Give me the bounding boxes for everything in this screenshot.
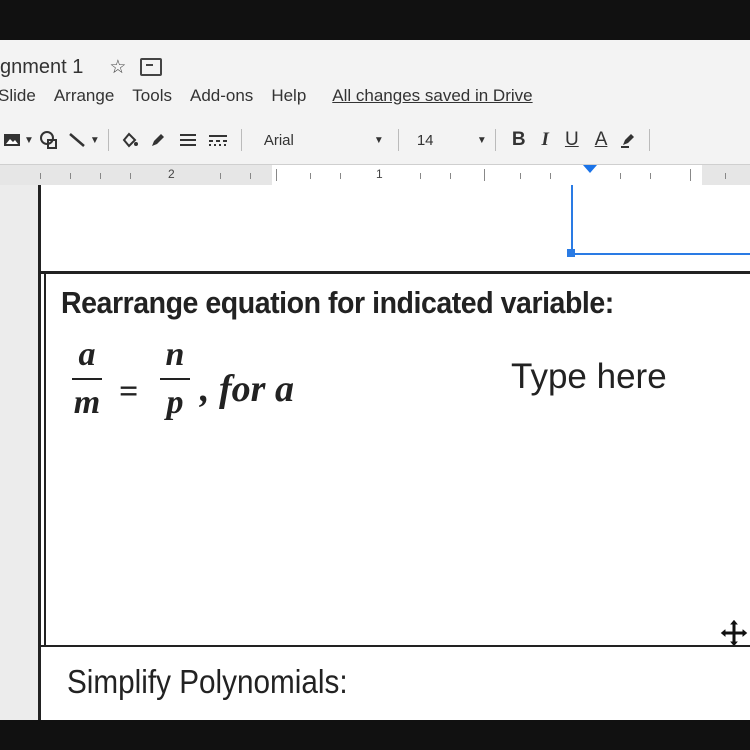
menu-help[interactable]: Help <box>271 86 306 106</box>
shape-icon[interactable] <box>34 125 64 155</box>
selected-text-box[interactable] <box>571 185 750 255</box>
equals-sign: = <box>119 373 139 410</box>
ruler-tick <box>40 173 41 179</box>
ruler-tick <box>100 173 101 179</box>
fraction-bar <box>160 378 190 380</box>
ruler-tick <box>550 173 551 179</box>
menu-arrange[interactable]: Arrange <box>54 86 114 106</box>
left-fraction: a m <box>67 335 107 423</box>
ruler-tick <box>725 173 726 179</box>
screen-bezel <box>0 720 750 750</box>
ruler-tick <box>250 173 251 179</box>
menu-slide[interactable]: Slide <box>0 86 36 106</box>
ruler-tick <box>620 173 621 179</box>
line-weight-icon[interactable] <box>173 125 203 155</box>
ruler-tick <box>450 173 451 179</box>
resize-handle[interactable] <box>567 249 575 257</box>
italic-button[interactable]: I <box>542 129 549 151</box>
ruler-tick <box>310 173 311 179</box>
next-question-heading[interactable]: Simplify Polynomials: <box>67 663 348 701</box>
font-size-select[interactable]: 14 ▼ <box>417 132 487 149</box>
text-color-button[interactable]: A <box>595 129 608 151</box>
ruler-label: 2 <box>168 167 175 181</box>
chevron-down-icon[interactable]: ▼ <box>24 125 34 155</box>
ruler-active-area <box>272 165 702 185</box>
right-numerator: n <box>165 336 185 373</box>
slide-canvas: Rearrange equation for indicated variabl… <box>0 185 750 720</box>
save-status-link[interactable]: All changes saved in Drive <box>332 86 532 106</box>
move-to-folder-icon[interactable] <box>140 58 163 76</box>
chevron-down-icon: ▼ <box>476 134 487 146</box>
highlight-icon[interactable] <box>615 125 641 155</box>
chevron-down-icon: ▼ <box>373 134 384 146</box>
star-icon[interactable]: ☆ <box>109 56 126 79</box>
indent-marker[interactable] <box>583 165 597 173</box>
menu-tools[interactable]: Tools <box>132 86 172 106</box>
fill-color-icon[interactable] <box>117 125 143 155</box>
menu-addons[interactable]: Add-ons <box>190 86 253 106</box>
chevron-down-icon[interactable]: ▼ <box>90 125 100 155</box>
left-numerator: a <box>78 336 96 373</box>
fraction-bar <box>72 378 102 380</box>
line-icon[interactable] <box>64 125 90 155</box>
image-icon[interactable] <box>0 125 24 155</box>
ruler-tick <box>276 169 277 181</box>
ruler-tick <box>650 173 651 179</box>
screen: gnment 1 ☆ Slide Arrange Tools Add-ons H… <box>0 40 750 720</box>
table-border-middle <box>41 645 750 647</box>
ruler-tick <box>340 173 341 179</box>
answer-text-box[interactable]: Type here <box>511 357 667 397</box>
font-size-value: 14 <box>416 131 434 149</box>
font-select[interactable]: Arial ▼ <box>264 132 384 149</box>
menu-bar: Slide Arrange Tools Add-ons Help All cha… <box>0 83 533 109</box>
left-denominator: m <box>73 384 101 421</box>
table-border-left <box>44 274 46 645</box>
bold-button[interactable]: B <box>512 129 526 151</box>
toolbar: ▼ ▼ Arial ▼ 14 ▼ B I U A <box>0 122 750 158</box>
right-denominator: p <box>166 384 184 421</box>
equation-suffix: , for a <box>200 368 294 410</box>
ruler-tick <box>130 173 131 179</box>
underline-button[interactable]: U <box>565 129 579 151</box>
right-fraction: n p <box>155 335 195 423</box>
document-title[interactable]: gnment 1 <box>0 56 83 79</box>
ruler-tick <box>220 173 221 179</box>
ruler-tick <box>70 173 71 179</box>
ruler[interactable]: 2 1 <box>0 164 750 186</box>
ruler-tick <box>420 173 421 179</box>
toolbar-divider <box>397 129 399 151</box>
font-name: Arial <box>263 131 294 149</box>
line-dash-icon[interactable] <box>203 125 233 155</box>
toolbar-divider <box>107 129 109 151</box>
ruler-label: 1 <box>376 167 383 181</box>
slide[interactable]: Rearrange equation for indicated variabl… <box>38 185 750 720</box>
ruler-tick <box>484 169 485 181</box>
table-border-top <box>41 271 750 274</box>
ruler-tick <box>520 173 521 179</box>
question-heading[interactable]: Rearrange equation for indicated variabl… <box>61 285 614 321</box>
toolbar-divider <box>649 129 651 151</box>
toolbar-divider <box>494 129 496 151</box>
toolbar-divider <box>240 129 242 151</box>
ruler-tick <box>690 169 691 181</box>
pencil-icon[interactable] <box>143 125 173 155</box>
title-bar: gnment 1 ☆ <box>0 52 163 82</box>
